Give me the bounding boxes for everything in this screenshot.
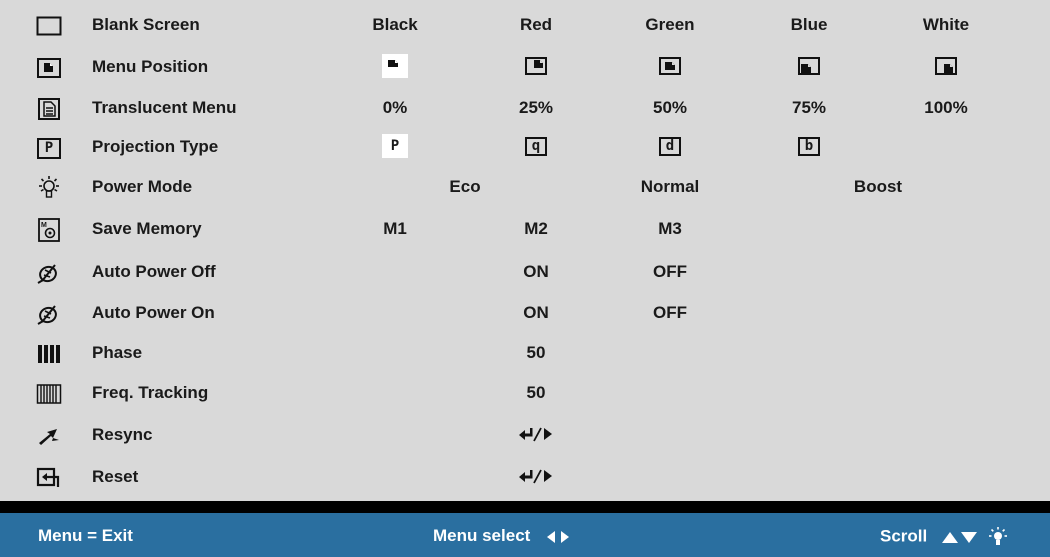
position-bottom-left-option[interactable] [796,54,822,78]
option-green[interactable]: Green [645,15,694,35]
phase-value[interactable]: 50 [527,343,546,363]
auto-power-off-icon [34,258,64,288]
row-label: Auto Power Off [92,262,216,281]
phase-icon [34,339,64,369]
row-label: Resync [92,425,153,444]
option-m1[interactable]: M1 [383,219,407,239]
resync-icon [34,421,64,451]
row-label: Blank Screen [92,15,200,34]
row-label: Phase [92,343,143,362]
option-blue[interactable]: Blue [791,15,828,35]
menu-position-icon [34,53,64,83]
projection-type-icon: P [34,133,64,163]
option-m2[interactable]: M2 [524,219,548,239]
row-label: Translucent Menu [92,98,237,117]
projector-settings-menu: Blank Screen Black Red Green Blue White … [0,0,1050,501]
menu-exit-hint: Menu = Exit [38,526,133,545]
option-100-percent[interactable]: 100% [924,98,967,118]
row-label: Save Memory [92,219,202,238]
auto-power-on-icon [34,299,64,329]
option-normal[interactable]: Normal [641,177,700,197]
blank-screen-icon [34,11,64,41]
menu-select-label: Menu select [433,526,531,545]
projection-rear-ceiling-option[interactable]: b [796,134,822,158]
freq-tracking-value[interactable]: 50 [527,383,546,403]
option-off[interactable]: OFF [653,303,687,323]
scroll-hint: Scroll [880,526,1009,548]
translucent-menu-icon [34,94,64,124]
up-down-arrows-icon [941,532,977,543]
option-25-percent[interactable]: 25% [519,98,553,118]
reset-icon [34,463,64,493]
option-50-percent[interactable]: 50% [653,98,687,118]
svg-text:M: M [41,222,47,229]
menu-row-auto-power-off[interactable]: Auto Power Off ON OFF [0,253,1050,293]
save-memory-icon: M [34,215,64,245]
projection-rear-option[interactable]: q [523,134,549,158]
position-center-option[interactable] [657,54,683,78]
row-label: Freq. Tracking [92,383,209,402]
option-white[interactable]: White [923,15,969,35]
projection-front-option[interactable]: P [382,134,408,158]
menu-footer-bar: Menu = Exit Menu select Scroll [0,513,1050,557]
enter-or-right-icon[interactable] [517,424,555,449]
menu-row-reset[interactable]: Reset [0,458,1050,498]
row-label: Reset [92,467,139,486]
menu-row-phase[interactable]: Phase 50 [0,334,1050,374]
option-0-percent[interactable]: 0% [383,98,408,118]
row-label: Auto Power On [92,303,215,322]
option-on[interactable]: ON [523,262,549,282]
scroll-label: Scroll [880,526,928,546]
option-off[interactable]: OFF [653,262,687,282]
menu-select-hint: Menu select [433,526,575,546]
lightbulb-icon [988,527,1007,545]
enter-or-right-icon[interactable] [517,466,555,491]
option-eco[interactable]: Eco [449,177,480,197]
row-label: Projection Type [92,137,219,156]
row-label: Power Mode [92,177,193,196]
menu-row-translucent-menu[interactable]: Translucent Menu 0% 25% 50% 75% 100% [0,89,1050,129]
power-mode-icon [34,173,64,203]
row-label: Menu Position [92,57,209,76]
position-top-right-option[interactable] [523,54,549,78]
projection-ceiling-option[interactable]: d [657,134,683,158]
menu-row-menu-position[interactable]: Menu Position [0,48,1050,88]
left-right-arrows-icon [547,530,570,543]
menu-divider-bar [0,501,1050,513]
menu-row-projection-type[interactable]: P Projection Type P q d b [0,128,1050,168]
menu-row-power-mode[interactable]: Power Mode Eco Normal Boost [0,168,1050,208]
menu-row-resync[interactable]: Resync [0,416,1050,456]
position-bottom-right-option[interactable] [933,54,959,78]
option-m3[interactable]: M3 [658,219,682,239]
menu-row-blank-screen[interactable]: Blank Screen Black Red Green Blue White [0,6,1050,46]
option-red[interactable]: Red [520,15,552,35]
option-black[interactable]: Black [372,15,417,35]
option-on[interactable]: ON [523,303,549,323]
menu-row-auto-power-on[interactable]: Auto Power On ON OFF [0,294,1050,334]
option-boost[interactable]: Boost [854,177,902,197]
menu-row-save-memory[interactable]: M Save Memory M1 M2 M3 [0,210,1050,250]
position-top-left-option[interactable] [382,54,408,78]
option-75-percent[interactable]: 75% [792,98,826,118]
menu-row-freq-tracking[interactable]: Freq. Tracking 50 [0,374,1050,414]
freq-tracking-icon [34,379,64,409]
